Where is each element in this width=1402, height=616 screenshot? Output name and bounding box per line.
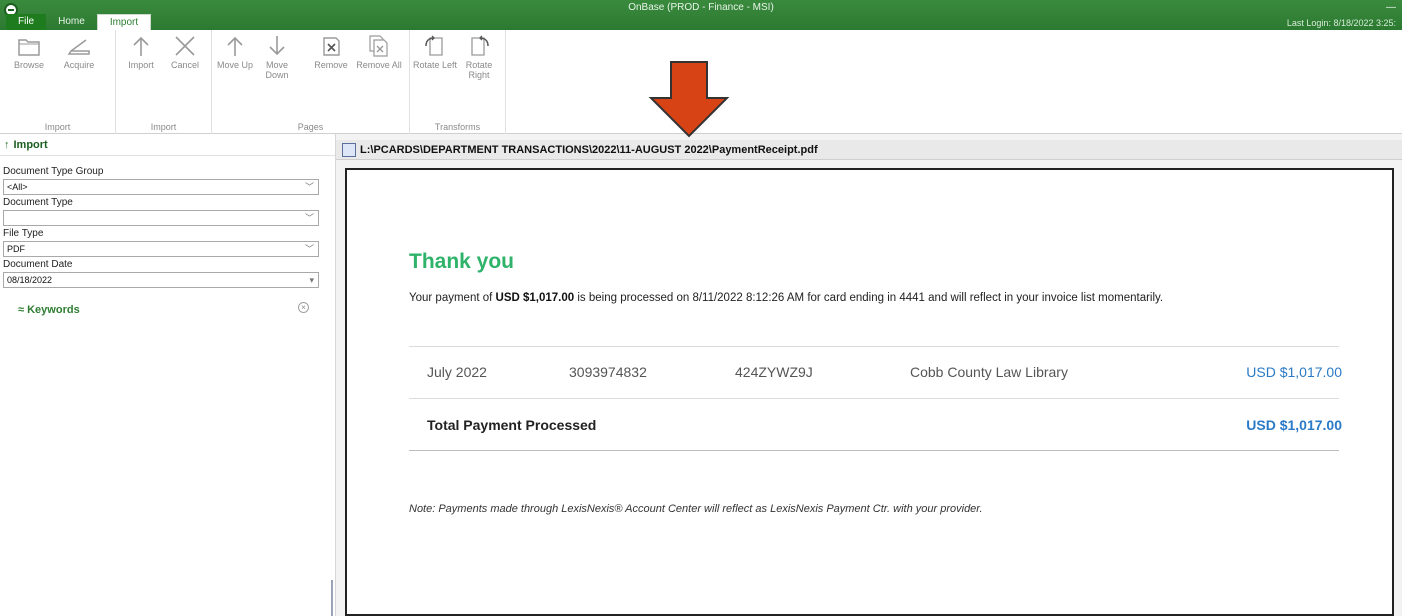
browse-label: Browse <box>13 60 44 70</box>
import-panel-title: Import <box>13 139 48 151</box>
divider <box>409 346 1339 347</box>
remove-label: Remove <box>314 60 348 70</box>
payment-period: July 2022 <box>427 364 487 380</box>
cancel-button[interactable]: Cancel <box>162 34 208 70</box>
rotate-left-label: Rotate Left <box>412 60 458 70</box>
payment-row: July 2022 3093974832 424ZYWZ9J Cobb Coun… <box>427 364 1342 380</box>
total-row: Total Payment Processed USD $1,017.00 <box>427 417 1342 433</box>
total-amount: USD $1,017.00 <box>1246 417 1342 433</box>
move-up-icon <box>227 36 243 56</box>
cancel-label: Cancel <box>170 60 199 70</box>
document-viewer[interactable]: Thank you Your payment of USD $1,017.00 … <box>345 168 1394 616</box>
remove-page-icon <box>323 37 340 56</box>
ribbon-group-label-pages: Pages <box>297 122 324 132</box>
remove-all-icon <box>369 35 388 57</box>
tab-file[interactable]: File <box>6 14 47 30</box>
clear-keywords-icon[interactable]: × <box>298 302 309 313</box>
ribbon-group-transforms: Rotate Left Rotate Right Transforms <box>410 30 506 134</box>
remove-button[interactable]: Remove <box>308 34 354 70</box>
payment-code: 424ZYWZ9J <box>735 364 813 380</box>
title-bar: OnBase (PROD - Finance - MSI) — Last Log… <box>0 0 1402 30</box>
doc-type-group-select[interactable]: <All> ﹀ <box>3 179 319 195</box>
ribbon-group-import-actions: Import Cancel Import <box>116 30 212 134</box>
acquire-label: Acquire <box>63 60 95 70</box>
total-label: Total Payment Processed <box>427 417 597 433</box>
keywords-section[interactable]: ≈ Keywords × <box>0 302 335 316</box>
ribbon-group-label-import-2: Import <box>150 122 177 132</box>
ribbon-group-label-transforms: Transforms <box>434 122 481 132</box>
remove-all-label: Remove All <box>356 60 402 70</box>
remove-all-button[interactable]: Remove All <box>356 34 402 70</box>
arrow-up-icon <box>133 36 149 56</box>
import-panel-header: ↑ Import <box>0 134 335 156</box>
payment-message-suffix: is being processed on 8/11/2022 8:12:26 … <box>574 292 1164 304</box>
divider <box>409 398 1339 399</box>
close-icon <box>175 36 195 56</box>
scanner-icon <box>67 39 90 55</box>
doc-date-value: 08/18/2022 <box>7 275 53 285</box>
tab-home[interactable]: Home <box>46 14 97 30</box>
browse-button[interactable]: Browse <box>6 34 52 70</box>
payment-message-prefix: Your payment of <box>409 292 496 304</box>
import-label: Import <box>128 60 154 70</box>
folder-icon <box>18 39 40 56</box>
chevron-down-icon[interactable]: ﹀ <box>305 211 314 225</box>
rotate-right-icon <box>471 35 489 56</box>
keywords-label: Keywords <box>27 304 80 316</box>
rotate-left-button[interactable]: Rotate Left <box>412 34 458 70</box>
chevron-down-icon[interactable]: ﹀ <box>305 242 314 256</box>
payment-message-amount: USD $1,017.00 <box>495 292 575 304</box>
payment-message: Your payment of USD $1,017.00 is being p… <box>409 292 1163 304</box>
minimize-button[interactable]: — <box>1386 2 1396 13</box>
rotate-left-icon <box>425 35 443 56</box>
double-chevron-up-icon: ≈ <box>18 304 25 316</box>
calendar-dropdown-icon[interactable]: ▾ <box>309 273 314 287</box>
move-down-label: Move Down <box>265 60 289 80</box>
move-up-label: Move Up <box>216 60 253 70</box>
acquire-button[interactable]: Acquire <box>56 34 102 70</box>
import-panel: ↑ Import Document Type Group <All> ﹀ Docu… <box>0 134 336 616</box>
doc-date-label: Document Date <box>3 259 73 270</box>
file-type-value: PDF <box>7 244 25 254</box>
onbase-window: OnBase (PROD - Finance - MSI) — Last Log… <box>0 0 1402 616</box>
file-path-bar: L:\PCARDS\DEPARTMENT TRANSACTIONS\2022\1… <box>336 140 1402 160</box>
doc-type-label: Document Type <box>3 197 73 208</box>
ribbon-tabs: File Home Import <box>0 14 152 30</box>
doc-type-group-label: Document Type Group <box>3 166 104 177</box>
import-button[interactable]: Import <box>118 34 164 70</box>
payment-number: 3093974832 <box>569 364 647 380</box>
rotate-right-label: Rotate Right <box>465 60 493 80</box>
ribbon-group-label-import-1: Import <box>44 122 71 132</box>
move-down-button[interactable]: Move Down <box>254 34 300 80</box>
payment-vendor: Cobb County Law Library <box>910 364 1068 380</box>
ribbon-group-import-source: Browse Acquire Import <box>0 30 116 134</box>
payment-amount: USD $1,017.00 <box>1246 364 1342 380</box>
doc-date-picker[interactable]: 08/18/2022 ▾ <box>3 272 319 288</box>
document-file-icon <box>342 143 356 157</box>
move-down-icon <box>269 36 285 56</box>
window-title: OnBase (PROD - Finance - MSI) <box>628 2 774 13</box>
rotate-right-button[interactable]: Rotate Right <box>456 34 502 80</box>
tab-import[interactable]: Import <box>96 14 152 30</box>
divider <box>409 450 1339 451</box>
doc-type-group-value: <All> <box>7 182 28 192</box>
file-type-label: File Type <box>3 228 44 239</box>
arrow-up-icon: ↑ <box>4 139 10 151</box>
chevron-down-icon[interactable]: ﹀ <box>305 180 314 194</box>
thank-you-heading: Thank you <box>409 250 515 273</box>
panel-splitter[interactable] <box>331 580 333 616</box>
ribbon-group-pages: Move Up Move Down Remove Remove All Page… <box>212 30 410 134</box>
orange-arrow-annotation-icon <box>648 61 730 138</box>
doc-type-select[interactable]: ﹀ <box>3 210 319 226</box>
file-type-select[interactable]: PDF ﹀ <box>3 241 319 257</box>
last-login-text: Last Login: 8/18/2022 3:25: <box>1286 18 1396 28</box>
payment-note: Note: Payments made through LexisNexis® … <box>409 503 983 515</box>
file-path-text: L:\PCARDS\DEPARTMENT TRANSACTIONS\2022\1… <box>360 144 818 156</box>
move-up-button[interactable]: Move Up <box>212 34 258 70</box>
